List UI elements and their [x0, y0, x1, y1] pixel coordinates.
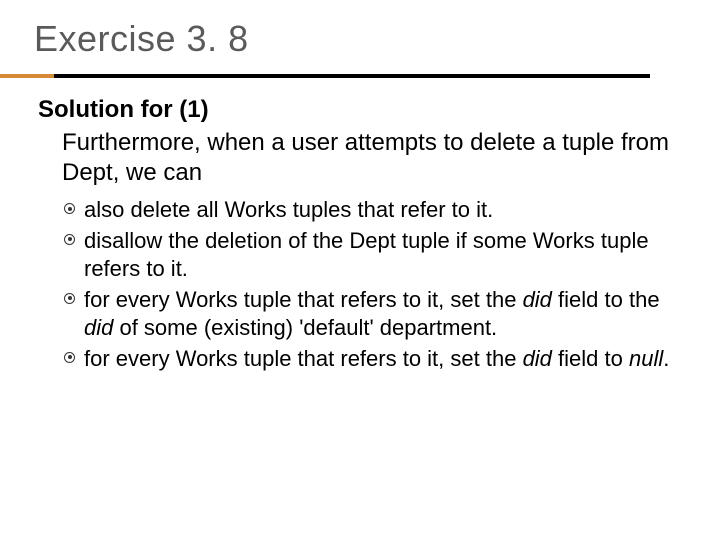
bullet-text: field to	[552, 346, 629, 371]
list-item: also delete all Works tuples that refer …	[62, 196, 686, 225]
bullet-text: also delete all Works tuples that refer …	[84, 197, 493, 222]
bullet-text: .	[663, 346, 669, 371]
bullet-text: for every Works tuple that refers to it,…	[84, 346, 523, 371]
divider	[0, 74, 650, 78]
list-item: disallow the deletion of the Dept tuple …	[62, 227, 686, 284]
bullet-text: for every Works tuple that refers to it,…	[84, 287, 523, 312]
list-item: for every Works tuple that refers to it,…	[62, 286, 686, 343]
bullet-list: also delete all Works tuples that refer …	[62, 196, 686, 374]
slide: Exercise 3. 8 Solution for (1) Furthermo…	[0, 0, 720, 540]
italic-text: did	[523, 346, 552, 371]
bullet-text: field to the	[552, 287, 660, 312]
italic-text: null	[629, 346, 663, 371]
intro-text: Furthermore, when a user attempts to del…	[62, 128, 686, 188]
subtitle: Solution for (1)	[38, 96, 686, 124]
italic-text: did	[84, 315, 113, 340]
bullet-text: of some (existing) 'default' department.	[113, 315, 497, 340]
slide-title: Exercise 3. 8	[34, 18, 686, 60]
italic-text: did	[523, 287, 552, 312]
bullet-text: disallow the deletion of the Dept tuple …	[84, 228, 649, 282]
list-item: for every Works tuple that refers to it,…	[62, 345, 686, 374]
